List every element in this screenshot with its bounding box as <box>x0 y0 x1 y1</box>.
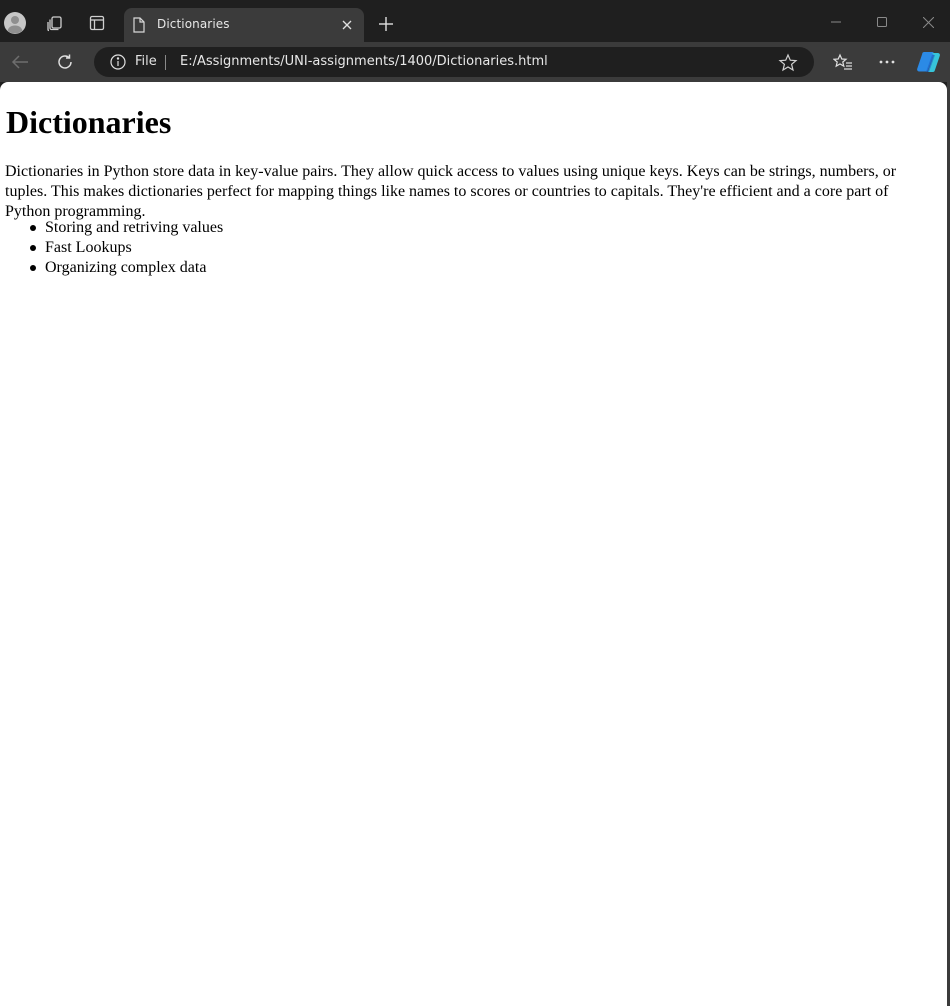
scheme-label[interactable]: File <box>135 54 157 69</box>
tab-actions-icon[interactable] <box>81 7 113 39</box>
intro-paragraph: Dictionaries in Python store data in key… <box>5 163 897 220</box>
refresh-icon[interactable] <box>49 46 81 78</box>
list-item: Organizing complex data <box>5 258 905 278</box>
maximize-icon[interactable] <box>862 6 902 38</box>
page-viewport: Dictionaries Dictionaries in Python stor… <box>0 82 947 1006</box>
back-arrow-icon[interactable] <box>4 46 36 78</box>
url-text[interactable]: E:/Assignments/UNI-assignments/1400/Dict… <box>180 54 548 69</box>
active-tab[interactable]: Dictionaries <box>124 8 364 42</box>
plus-icon[interactable] <box>370 8 402 40</box>
tab-title: Dictionaries <box>157 17 230 31</box>
feature-list: Storing and retriving values Fast Lookup… <box>5 218 905 278</box>
address-bar[interactable]: File E:/Assignments/UNI-assignments/1400… <box>94 47 814 77</box>
workspaces-icon[interactable] <box>39 7 71 39</box>
info-icon[interactable] <box>110 54 126 70</box>
close-window-icon[interactable] <box>908 6 948 38</box>
star-icon[interactable] <box>778 53 798 73</box>
list-item: Storing and retriving values <box>5 218 905 238</box>
favorites-list-icon[interactable] <box>827 46 859 78</box>
tab-strip: Dictionaries <box>0 0 950 42</box>
browser-toolbar: File E:/Assignments/UNI-assignments/1400… <box>0 42 950 82</box>
list-item: Fast Lookups <box>5 238 905 258</box>
close-icon[interactable] <box>338 16 356 34</box>
page-icon <box>132 17 148 33</box>
more-options-icon[interactable] <box>871 46 903 78</box>
copilot-icon[interactable] <box>912 46 944 78</box>
address-divider <box>165 55 166 70</box>
page-heading: Dictionaries <box>6 104 172 140</box>
profile-avatar-icon[interactable] <box>0 8 30 38</box>
minimize-icon[interactable] <box>816 6 856 38</box>
